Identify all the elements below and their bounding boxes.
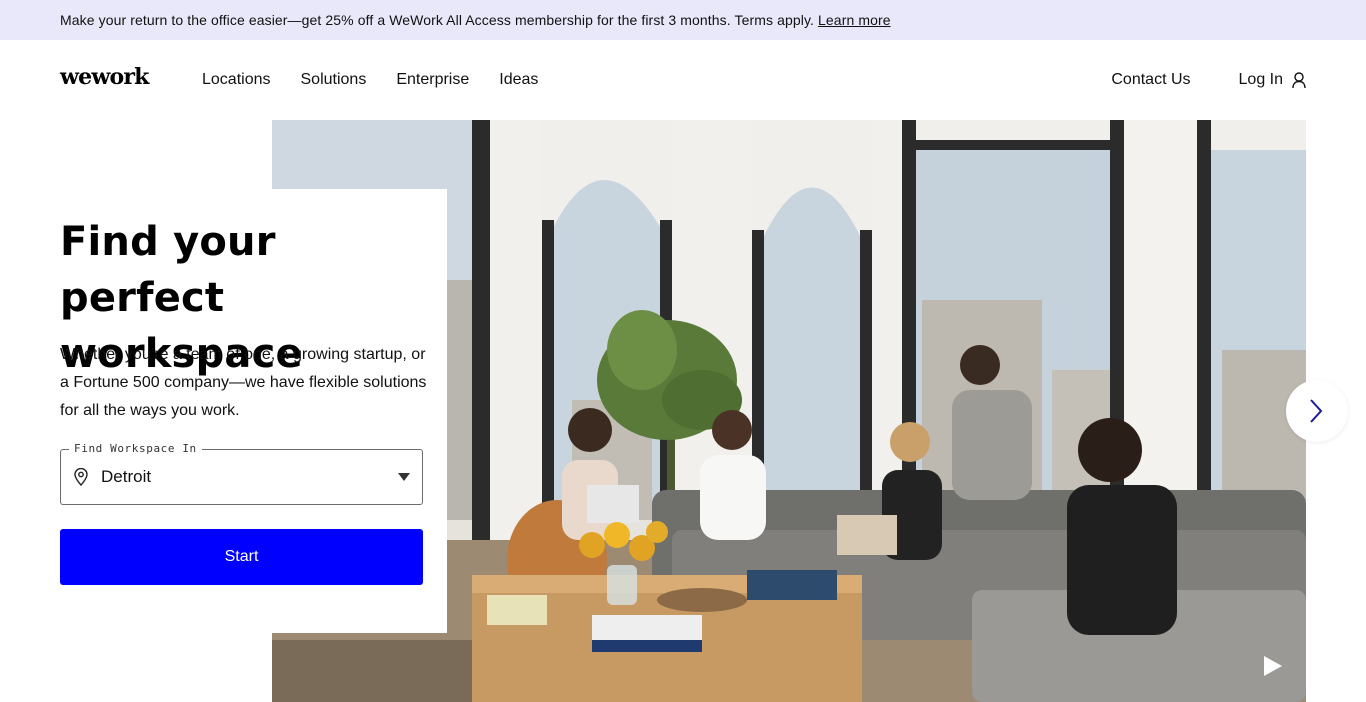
field-label: Find Workspace In	[69, 442, 202, 455]
learn-more-link[interactable]: Learn more	[818, 12, 891, 28]
play-icon	[1264, 656, 1282, 676]
dropdown-caret-icon	[398, 473, 410, 481]
selected-location: Detroit	[101, 467, 152, 486]
wework-logo[interactable]: wework	[60, 64, 149, 90]
workspace-location-select[interactable]: Find Workspace In Detroit	[60, 442, 423, 505]
chevron-right-icon	[1310, 399, 1323, 423]
nav-locations[interactable]: Locations	[202, 71, 271, 89]
start-button[interactable]: Start	[60, 529, 423, 585]
log-in-label: Log In	[1238, 71, 1283, 88]
promo-text: Make your return to the office easier—ge…	[60, 12, 815, 28]
carousel-next-button[interactable]	[1286, 380, 1348, 442]
nav-right: Contact Us Log In	[1111, 71, 1306, 89]
hero-subtitle: Whether you’re a team of one, a growing …	[60, 346, 427, 419]
log-in-link[interactable]: Log In	[1239, 71, 1306, 89]
map-pin-icon	[74, 468, 88, 486]
user-icon	[1292, 71, 1306, 88]
promo-banner: Make your return to the office easier—ge…	[0, 0, 1366, 40]
top-navigation: wework Locations Solutions Enterprise Id…	[0, 40, 1366, 120]
contact-us-link[interactable]: Contact Us	[1111, 71, 1190, 89]
play-video-button[interactable]	[1262, 655, 1284, 677]
nav-ideas[interactable]: Ideas	[499, 71, 538, 89]
nav-enterprise[interactable]: Enterprise	[396, 71, 469, 89]
search-card: Find your perfect workspace Whether you’…	[0, 189, 447, 633]
nav-solutions[interactable]: Solutions	[301, 71, 367, 89]
nav-links: Locations Solutions Enterprise Ideas	[202, 71, 538, 89]
